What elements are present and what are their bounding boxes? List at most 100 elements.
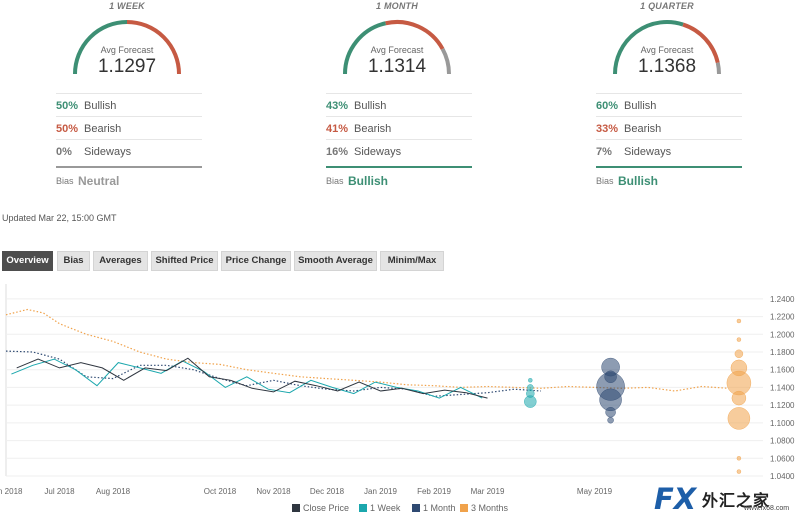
x-tick-label: Jan 2019 [364, 487, 397, 496]
tab-price-change[interactable]: Price Change [221, 251, 291, 271]
avg-forecast-label: Avg Forecast [370, 45, 424, 55]
watermark-fx: FX [654, 482, 697, 513]
legend-swatch [460, 504, 468, 512]
legend-swatch [359, 504, 367, 512]
bearish-label: Bearish [84, 123, 122, 135]
x-tick-label: May 2019 [577, 487, 613, 496]
forecast-chart: 1.2400 1.2200 1.2000 1.1800 1.1600 1.1400 1.12… [0, 284, 795, 496]
x-tick-label: Nov 2018 [256, 487, 291, 496]
bias-row: Bias Neutral [56, 166, 202, 190]
x-tick-label: Mar 2019 [471, 487, 505, 496]
forecast-bubble-3-months[interactable] [731, 390, 747, 406]
forecast-bubble-3-months[interactable] [736, 469, 742, 474]
bullish-pct: 43% [326, 100, 349, 112]
legend-3-months[interactable]: 3 Months [460, 503, 508, 513]
forecast-bubble-3-months[interactable] [736, 456, 742, 461]
stat-row-sideways: 16% Sideways [326, 139, 472, 161]
x-tick-label: Dec 2018 [310, 487, 345, 496]
tab-overview[interactable]: Overview [2, 251, 53, 271]
forecast-bubble-3-months[interactable] [736, 318, 742, 324]
stat-row-bullish: 50% Bullish [56, 93, 202, 115]
bearish-pct: 33% [596, 123, 619, 135]
x-tick-label: Feb 2019 [417, 487, 451, 496]
legend-close-price[interactable]: Close Price [292, 503, 349, 513]
y-tick-label: 1.1600 [770, 366, 795, 375]
bullish-label: Bullish [354, 100, 387, 112]
sideways-label: Sideways [84, 146, 132, 158]
bias-label: Bias [56, 176, 74, 186]
x-tick-label: Jun 2018 [0, 487, 23, 496]
bias-value: Neutral [78, 174, 120, 188]
bearish-label: Bearish [354, 123, 392, 135]
bullish-pct: 60% [596, 100, 619, 112]
legend-label: 1 Week [370, 503, 401, 513]
sideways-label: Sideways [354, 146, 402, 158]
legend-swatch [412, 504, 420, 512]
sideways-pct: 7% [596, 146, 612, 158]
forecast-bubble-1-month[interactable] [607, 416, 614, 424]
legend-label: 1 Month [423, 503, 456, 513]
panel-label: 1 WEEK [109, 1, 145, 11]
sideways-pct: 16% [326, 146, 349, 158]
x-tick-label: Aug 2018 [96, 487, 131, 496]
forecast-bubble-1-month[interactable] [605, 406, 616, 418]
bullish-label: Bullish [84, 100, 117, 112]
sideways-label: Sideways [624, 146, 672, 158]
bias-value: Bullish [618, 174, 659, 188]
y-tick-label: 1.1200 [770, 401, 795, 410]
tab-minim-max[interactable]: Minim/Max [380, 251, 444, 271]
forecast-bubble-3-months[interactable] [727, 407, 751, 430]
series-line-1-month [5, 350, 542, 397]
tab-shifted-price[interactable]: Shifted Price [151, 251, 218, 271]
bias-label: Bias [326, 176, 344, 186]
y-tick-label: 1.2200 [770, 313, 795, 322]
bias-value: Bullish [348, 174, 389, 188]
stat-row-sideways: 0% Sideways [56, 139, 202, 161]
tab-bias[interactable]: Bias [57, 251, 90, 271]
watermark-url: www.fx68.com [744, 505, 790, 512]
bearish-label: Bearish [624, 123, 662, 135]
series-line-1-week [11, 358, 483, 399]
y-tick-label: 1.1400 [770, 383, 795, 392]
y-tick-label: 1.0600 [770, 454, 795, 463]
y-tick-label: 1.2400 [770, 295, 795, 304]
y-tick-label: 1.0400 [770, 472, 795, 481]
x-tick-label: Jul 2018 [44, 487, 75, 496]
tab-averages[interactable]: Averages [93, 251, 148, 271]
tab-smooth-average[interactable]: Smooth Average [294, 251, 377, 271]
avg-forecast-label: Avg Forecast [640, 45, 694, 55]
forecast-bubble-3-months[interactable] [736, 337, 742, 342]
bearish-pct: 41% [326, 123, 349, 135]
legend-label: 3 Months [471, 503, 509, 513]
panel-label: 1 MONTH [376, 1, 418, 11]
updated-timestamp: Updated Mar 22, 15:00 GMT [2, 213, 117, 223]
y-tick-label: 1.2000 [770, 330, 795, 339]
bullish-pct: 50% [56, 100, 79, 112]
stat-row-sideways: 7% Sideways [596, 139, 742, 161]
avg-forecast-value: 1.1297 [97, 56, 157, 77]
stat-row-bullish: 43% Bullish [326, 93, 472, 115]
forecast-bubble-3-months[interactable] [734, 349, 744, 359]
y-tick-label: 1.0800 [770, 437, 795, 446]
forecast-bubble-1-week[interactable] [528, 378, 533, 383]
stat-row-bearish: 41% Bearish [326, 116, 472, 138]
avg-forecast-value: 1.1368 [637, 56, 697, 77]
fx68-watermark: FX 外汇之家 www.fx68.com [654, 482, 800, 513]
stat-row-bearish: 50% Bearish [56, 116, 202, 138]
legend-swatch [292, 504, 300, 512]
y-tick-label: 1.1000 [770, 419, 795, 428]
avg-forecast-value: 1.1314 [367, 56, 427, 77]
bullish-label: Bullish [624, 100, 657, 112]
x-tick-label: Oct 2018 [204, 487, 237, 496]
legend-label: Close Price [303, 503, 350, 513]
stat-row-bullish: 60% Bullish [596, 93, 742, 115]
legend-1-week[interactable]: 1 Week [359, 503, 400, 513]
legend-1-month[interactable]: 1 Month [412, 503, 456, 513]
bearish-pct: 50% [56, 123, 79, 135]
panel-label: 1 QUARTER [640, 1, 694, 11]
forecast-bubble-1-week[interactable] [524, 395, 537, 408]
avg-forecast-label: Avg Forecast [100, 45, 154, 55]
stat-row-bearish: 33% Bearish [596, 116, 742, 138]
sideways-pct: 0% [56, 146, 72, 158]
bias-row: Bias Bullish [326, 166, 472, 190]
